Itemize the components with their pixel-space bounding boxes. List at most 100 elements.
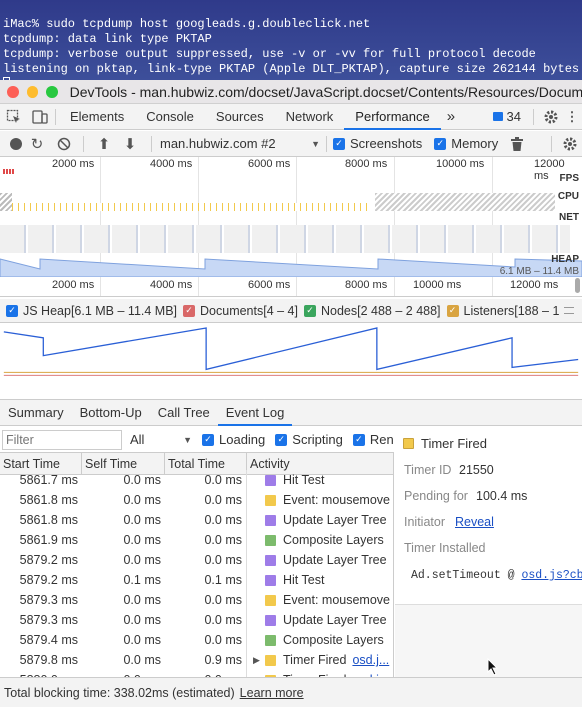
activity-name: Timer Fired	[283, 670, 346, 677]
start-time-cell: 5861.8 ms	[19, 493, 78, 507]
time-tick: 6000 ms	[248, 158, 291, 170]
tab-elements[interactable]: Elements	[59, 104, 135, 130]
issues-badge[interactable]: 34	[492, 109, 521, 124]
tab-event-log[interactable]: Event Log	[217, 400, 293, 426]
scripting-checkbox[interactable]: ✓	[275, 433, 288, 446]
expand-arrow-icon[interactable]: ▶	[253, 670, 265, 677]
reload-icon[interactable]: ↻	[22, 135, 52, 153]
tab-performance[interactable]: Performance	[344, 104, 441, 130]
table-row[interactable]: 5879.2 ms 0.1 ms 0.1 ms Hit Test	[0, 570, 393, 590]
tab-bottom-up[interactable]: Bottom-Up	[72, 400, 150, 426]
table-row[interactable]: 5861.9 ms 0.0 ms 0.0 ms Composite Layers	[0, 530, 393, 550]
scripting-label: Scripting	[292, 432, 343, 447]
rendering-checkbox[interactable]: ✓	[352, 433, 365, 446]
documents-checkbox[interactable]: ✓	[183, 304, 196, 317]
stack-frame-source-link[interactable]: osd.js?cb=%	[521, 569, 582, 582]
terminal[interactable]: iMac% sudo tcpdump host googleads.g.doub…	[0, 0, 582, 80]
self-time-cell: 0.0 ms	[82, 670, 165, 677]
more-options-icon[interactable]: ⋮	[562, 109, 582, 125]
event-log-table[interactable]: Start Time Self Time Total Time Activity…	[0, 453, 394, 677]
time-tick: 4000 ms	[150, 158, 193, 170]
inspect-element-icon[interactable]	[0, 104, 28, 130]
activity-color-swatch	[265, 514, 276, 526]
table-row[interactable]: 5879.8 ms 0.0 ms 0.9 ms ▶ Timer Fired osd.j..…	[0, 650, 393, 670]
drag-handle-icon[interactable]	[564, 307, 574, 314]
expand-arrow-icon[interactable]: ▶	[253, 650, 265, 670]
heap-range-label: 6.1 MB – 11.4 MB	[499, 266, 579, 277]
self-time-cell: 0.0 ms	[123, 633, 161, 647]
mouse-pointer-icon	[487, 658, 499, 676]
event-log-filter-bar: All ▼ ✓ Loading ✓ Scripting ✓ Ren	[0, 427, 394, 453]
activity-source-link[interactable]: osd.j...	[352, 650, 389, 670]
tab-summary[interactable]: Summary	[0, 400, 72, 426]
nodes-checkbox[interactable]: ✓	[303, 304, 316, 317]
table-row[interactable]: 5861.8 ms 0.0 ms 0.0 ms Event: mousemove	[0, 490, 393, 510]
table-row[interactable]: 5879.3 ms 0.0 ms 0.0 ms Update Layer Tree	[0, 610, 393, 630]
loading-checkbox[interactable]: ✓	[202, 433, 214, 446]
terminal-line: tcpdump: verbose output suppressed, use …	[3, 47, 536, 61]
profile-select[interactable]: man.hubwiz.com #2 ▼	[160, 136, 320, 151]
record-button[interactable]	[10, 137, 22, 150]
listeners-checkbox[interactable]: ✓	[446, 304, 459, 317]
garbage-collect-icon[interactable]	[504, 136, 530, 151]
start-time-cell: 5880.0 ms	[0, 670, 82, 677]
table-row[interactable]: 5879.3 ms 0.0 ms 0.0 ms Event: mousemove	[0, 590, 393, 610]
activity-name: Event: mousemove	[283, 493, 390, 507]
load-profile-icon[interactable]: ⬆	[91, 135, 117, 153]
zoom-window-button[interactable]	[46, 85, 58, 98]
minimize-window-button[interactable]	[26, 85, 39, 98]
tab-console[interactable]: Console	[135, 104, 205, 130]
tab-call-tree[interactable]: Call Tree	[150, 400, 218, 426]
close-window-button[interactable]	[7, 85, 19, 98]
clear-icon[interactable]	[52, 137, 76, 151]
total-time-cell: 0.9 ms	[165, 650, 247, 670]
table-row[interactable]: 5880.0 ms0.0 ms0.0 ms▶Timer Firedosd.j..…	[0, 670, 393, 677]
more-tabs-button[interactable]: »	[441, 104, 461, 130]
listeners-label: Listeners[188 – 1	[463, 303, 560, 318]
self-time-cell: 0.0 ms	[123, 613, 161, 627]
heap-lane-label: HEAP	[551, 254, 579, 265]
settings-gear-icon[interactable]	[540, 109, 562, 125]
save-profile-icon[interactable]: ⬇	[117, 135, 143, 153]
table-row[interactable]: 5879.4 ms 0.0 ms 0.0 ms Composite Layers	[0, 630, 393, 650]
activity-source-link[interactable]: osd.j...	[352, 670, 389, 677]
activity-cell: Update Layer Tree	[247, 610, 393, 630]
activity-name: Update Layer Tree	[283, 553, 387, 567]
activity-color-swatch	[265, 654, 276, 666]
documents-label: Documents[4 – 4]	[200, 303, 298, 318]
total-time-cell: 0.0 ms	[165, 510, 247, 530]
memory-checkbox[interactable]: ✓	[434, 137, 447, 150]
issues-count: 34	[506, 109, 521, 124]
learn-more-link[interactable]: Learn more	[240, 686, 304, 700]
js-heap-checkbox[interactable]: ✓	[6, 304, 18, 317]
activity-cell: Event: mousemove	[247, 490, 393, 510]
event-color-swatch	[403, 438, 414, 449]
filter-input[interactable]	[2, 429, 122, 450]
cpu-lane	[0, 193, 582, 211]
activity-cell: Hit Test	[247, 570, 393, 590]
table-row[interactable]: 5861.7 ms 0.0 ms 0.0 ms Hit Test	[0, 470, 393, 490]
overview-scrollbar[interactable]	[575, 278, 580, 293]
duration-select-value: All	[130, 432, 145, 447]
capture-settings-gear-icon[interactable]	[558, 136, 582, 152]
js-heap-label: JS Heap[6.1 MB – 11.4 MB]	[23, 303, 178, 318]
table-row[interactable]: 5879.2 ms 0.0 ms 0.0 ms Update Layer Tree	[0, 550, 393, 570]
event-title: Timer Fired	[421, 436, 487, 451]
total-time-cell: 0.1 ms	[165, 570, 247, 590]
activity-cell: Event: mousemove	[247, 590, 393, 610]
window-titlebar: DevTools - man.hubwiz.com/docset/JavaScr…	[0, 80, 582, 104]
total-time-cell: 0.0 ms	[165, 670, 247, 677]
devtools-tabbar: Elements Console Sources Network Perform…	[0, 104, 582, 130]
timeline-overview[interactable]: 2000 ms 4000 ms 6000 ms 8000 ms 10000 ms…	[0, 157, 582, 297]
tab-network[interactable]: Network	[275, 104, 345, 130]
tab-sources[interactable]: Sources	[205, 104, 275, 130]
memory-graph[interactable]	[0, 324, 582, 400]
duration-select[interactable]: All ▼	[130, 432, 192, 447]
table-row[interactable]: 5861.8 ms 0.0 ms 0.0 ms Update Layer Tree	[0, 510, 393, 530]
initiator-reveal-link[interactable]: Reveal	[455, 515, 494, 529]
screenshot-strip	[0, 225, 570, 253]
screenshots-checkbox[interactable]: ✓	[333, 137, 345, 150]
device-toolbar-icon[interactable]	[28, 104, 52, 130]
time-tick: 10000 ms	[413, 279, 462, 291]
activity-color-swatch	[265, 554, 276, 566]
